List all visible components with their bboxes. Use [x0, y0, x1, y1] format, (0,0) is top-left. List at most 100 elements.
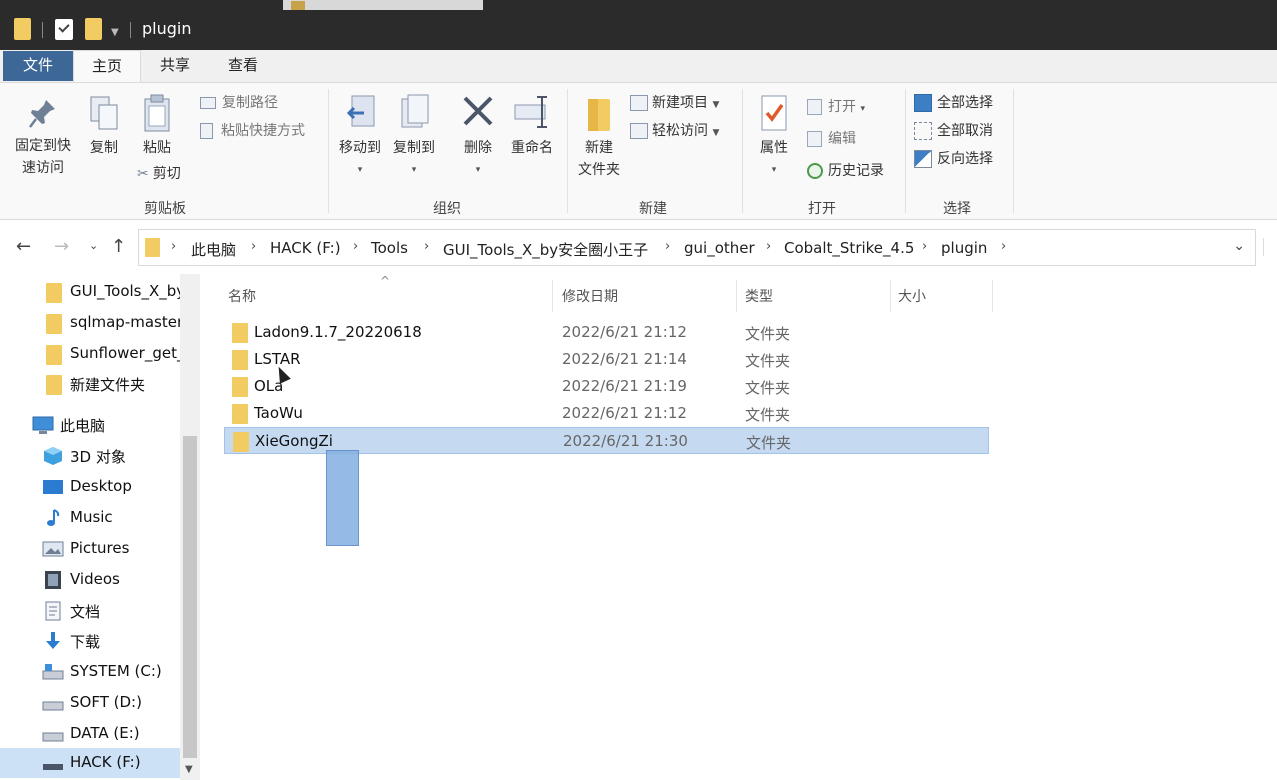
column-header-size[interactable]: 大小	[898, 286, 926, 306]
sidebar-item-downloads[interactable]: 下载	[0, 626, 180, 656]
breadcrumb-chevron-icon[interactable]: ›	[171, 239, 176, 254]
table-row[interactable]: TaoWu 2022/6/21 21:12 文件夹	[224, 400, 989, 427]
scissors-icon: ✂	[137, 166, 149, 182]
sidebar-item-hack-f[interactable]: HACK (F:)	[0, 748, 180, 778]
sidebar-item-videos[interactable]: Videos	[0, 565, 180, 595]
address-bar[interactable]: › 此电脑 › HACK (F:) › Tools › GUI_Tools_X_…	[138, 229, 1256, 266]
paste-button[interactable]: 粘贴	[135, 93, 179, 159]
sidebar-item-3d-objects[interactable]: 3D 对象	[0, 441, 180, 471]
new-folder-quick-icon[interactable]	[85, 18, 102, 40]
pin-quick-access-button[interactable]: 固定到快 速访问	[8, 93, 78, 179]
sidebar-item-new-folder[interactable]: 新建文件夹	[0, 369, 180, 399]
forward-arrow-icon[interactable]: →	[54, 236, 69, 257]
easy-access-icon	[630, 123, 648, 139]
sidebar-item-gui-tools[interactable]: GUI_Tools_X_by	[0, 277, 185, 307]
sidebar-item-this-pc[interactable]: 此电脑	[0, 410, 180, 440]
breadcrumb-chevron-icon[interactable]: ›	[922, 239, 927, 254]
folder-icon	[46, 283, 62, 303]
copy-button[interactable]: 复制	[82, 93, 126, 159]
column-header-date[interactable]: 修改日期	[562, 286, 618, 306]
sidebar-item-system-c[interactable]: SYSTEM (C:)	[0, 657, 180, 687]
column-divider[interactable]	[890, 280, 891, 312]
move-to-button[interactable]: 移动到 ▾	[335, 93, 385, 181]
group-label-select: 选择	[943, 201, 971, 217]
table-row[interactable]: OLa 2022/6/21 21:19 文件夹	[224, 373, 989, 400]
3d-objects-icon	[44, 447, 62, 465]
easy-access-button[interactable]: 轻松访问 ▼	[630, 121, 719, 143]
breadcrumb-chevron-icon[interactable]: ›	[665, 239, 670, 254]
breadcrumb-chevron-icon[interactable]: ›	[353, 239, 358, 254]
breadcrumb-hack-drive[interactable]: HACK (F:)	[270, 239, 341, 257]
column-divider[interactable]	[552, 280, 553, 312]
address-history-chevron-icon[interactable]: ⌄	[1233, 238, 1245, 254]
refresh-button[interactable]	[1263, 238, 1277, 256]
select-all-label: 全部选择	[937, 95, 993, 111]
sidebar-item-soft-d[interactable]: SOFT (D:)	[0, 688, 180, 718]
breadcrumb-chevron-icon[interactable]: ›	[424, 239, 429, 254]
edit-button[interactable]: 编辑	[807, 129, 856, 149]
file-name: LSTAR	[254, 350, 301, 368]
pin-label-line1: 固定到快	[15, 138, 71, 154]
column-header-name[interactable]: 名称	[228, 286, 256, 306]
breadcrumb-this-pc[interactable]: 此电脑	[191, 239, 236, 260]
history-button[interactable]: 历史记录	[807, 161, 884, 181]
sidebar-item-sunflower[interactable]: Sunflower_get_	[0, 339, 184, 369]
properties-button[interactable]: 属性 ▾	[750, 93, 798, 181]
invert-selection-button[interactable]: 反向选择	[914, 149, 993, 169]
recent-locations-chevron-icon[interactable]: ⌄	[89, 239, 98, 252]
column-header-type[interactable]: 类型	[745, 286, 773, 306]
folder-icon	[232, 404, 248, 424]
select-none-button[interactable]: 全部取消	[914, 121, 993, 141]
sidebar-item-data-e[interactable]: DATA (E:)	[0, 719, 180, 749]
paste-shortcut-button[interactable]: 粘贴快捷方式	[200, 121, 305, 141]
rename-label: 重命名	[511, 140, 553, 156]
sidebar-item-music[interactable]: Music	[0, 503, 180, 533]
group-separator	[1013, 89, 1014, 213]
sidebar-item-documents[interactable]: 文档	[0, 596, 180, 626]
copy-to-button[interactable]: 复制到 ▾	[389, 93, 439, 181]
delete-label: 删除	[464, 140, 492, 156]
sidebar-item-desktop[interactable]: Desktop	[0, 472, 180, 502]
tab-share[interactable]: 共享	[144, 50, 206, 82]
copy-path-button[interactable]: 复制路径	[200, 93, 278, 113]
quick-access-dropdown-icon[interactable]: ▼	[111, 27, 119, 38]
new-item-button[interactable]: 新建项目 ▼	[630, 93, 719, 115]
edit-icon	[807, 131, 822, 147]
tab-file[interactable]: 文件	[3, 51, 73, 81]
up-arrow-icon[interactable]: ↑	[111, 236, 126, 257]
copy-to-icon	[401, 94, 429, 128]
breadcrumb-gui-tools[interactable]: GUI_Tools_X_by安全圈小王子	[443, 239, 648, 260]
table-row[interactable]: Ladon9.1.7_20220618 2022/6/21 21:12 文件夹	[224, 319, 989, 346]
breadcrumb-chevron-icon[interactable]: ›	[251, 239, 256, 254]
breadcrumb-chevron-icon[interactable]: ›	[1001, 239, 1006, 254]
column-divider[interactable]	[992, 280, 993, 312]
sidebar-item-label: SYSTEM (C:)	[70, 662, 162, 680]
back-arrow-icon[interactable]: ←	[16, 236, 31, 257]
open-button[interactable]: 打开 ▾	[807, 97, 865, 119]
scroll-down-arrow-icon[interactable]: ▼	[185, 764, 193, 775]
breadcrumb-tools[interactable]: Tools	[371, 239, 408, 257]
new-item-dropdown-icon: ▼	[712, 100, 720, 110]
select-all-button[interactable]: 全部选择	[914, 93, 993, 113]
properties-quick-icon[interactable]	[55, 19, 73, 40]
rename-button[interactable]: 重命名	[505, 93, 559, 159]
tab-view[interactable]: 查看	[212, 50, 274, 82]
delete-button[interactable]: 删除 ▾	[455, 93, 501, 181]
sidebar-item-label: Pictures	[70, 539, 130, 557]
sidebar-scrollbar[interactable]: ▼	[180, 274, 200, 780]
table-row[interactable]: LSTAR 2022/6/21 21:14 文件夹	[224, 346, 989, 373]
cut-button[interactable]: ✂ 剪切	[137, 164, 181, 184]
new-folder-button[interactable]: 新建 文件夹	[573, 95, 625, 181]
breadcrumb-gui-other[interactable]: gui_other	[684, 239, 755, 257]
sidebar-item-sqlmap[interactable]: sqlmap-master	[0, 308, 183, 338]
sidebar-item-pictures[interactable]: Pictures	[0, 534, 180, 564]
breadcrumb-plugin[interactable]: plugin	[941, 239, 987, 257]
breadcrumb-chevron-icon[interactable]: ›	[766, 239, 771, 254]
scrollbar-thumb[interactable]	[183, 436, 197, 758]
copy-path-icon	[200, 97, 216, 109]
tab-home[interactable]: 主页	[73, 50, 141, 83]
sidebar-item-label: 文档	[70, 603, 101, 621]
folder-icon	[233, 432, 249, 452]
breadcrumb-cobalt-strike[interactable]: Cobalt_Strike_4.5	[784, 239, 914, 257]
column-divider[interactable]	[736, 280, 737, 312]
